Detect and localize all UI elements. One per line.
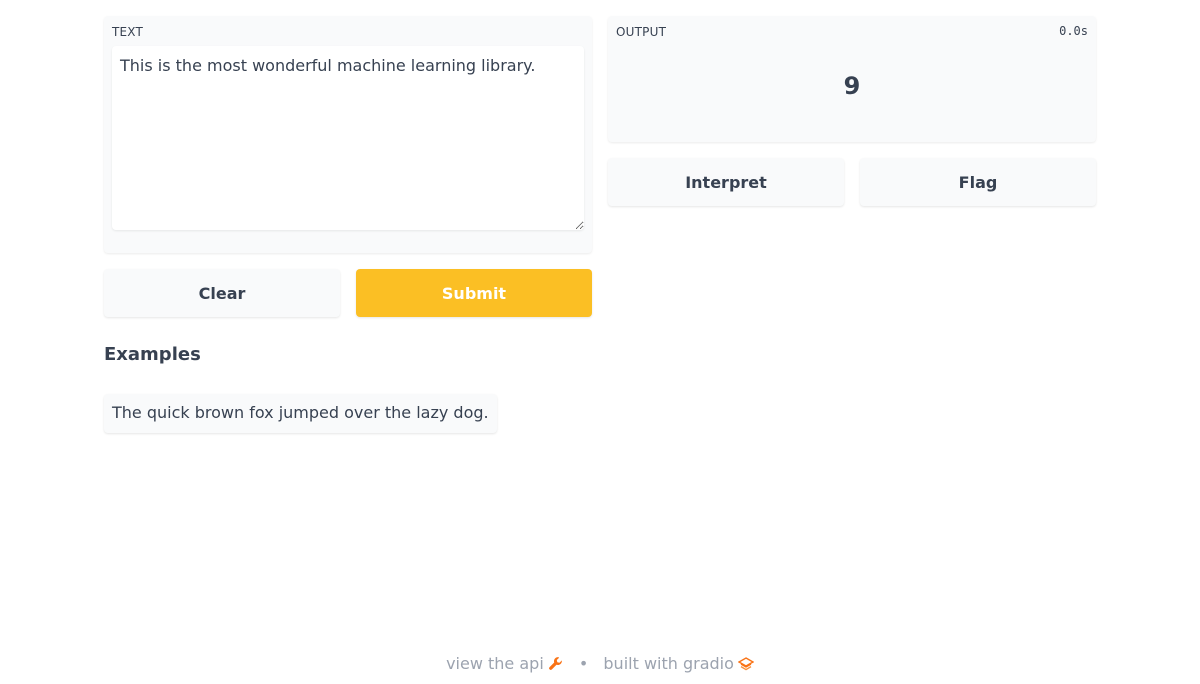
interpret-button[interactable]: Interpret — [608, 158, 844, 206]
examples-title: Examples — [104, 344, 201, 365]
output-label: OUTPUT — [616, 25, 667, 39]
footer-separator: • — [578, 654, 589, 673]
built-with-label: built with gradio — [603, 654, 734, 673]
output-panel: OUTPUT 0.0s 9 — [608, 16, 1096, 142]
text-input-panel: TEXT This is the most wonderful machine … — [104, 16, 592, 253]
text-input-label: TEXT — [112, 25, 144, 39]
view-api-label: view the api — [446, 654, 544, 673]
clear-button[interactable]: Clear — [104, 269, 340, 317]
view-api-link[interactable]: view the api — [446, 654, 564, 673]
output-timer: 0.0s — [1059, 24, 1088, 38]
wrench-icon — [548, 655, 564, 671]
submit-button[interactable]: Submit — [356, 269, 592, 317]
gradio-app: TEXT This is the most wonderful machine … — [0, 0, 1200, 684]
built-with-gradio-link[interactable]: built with gradio — [603, 654, 755, 673]
gradio-logo-icon — [737, 655, 755, 671]
example-item[interactable]: The quick brown fox jumped over the lazy… — [104, 394, 497, 433]
text-input[interactable]: This is the most wonderful machine learn… — [112, 46, 584, 230]
flag-button[interactable]: Flag — [860, 158, 1096, 206]
footer: view the api • built with gradio — [0, 652, 1200, 676]
